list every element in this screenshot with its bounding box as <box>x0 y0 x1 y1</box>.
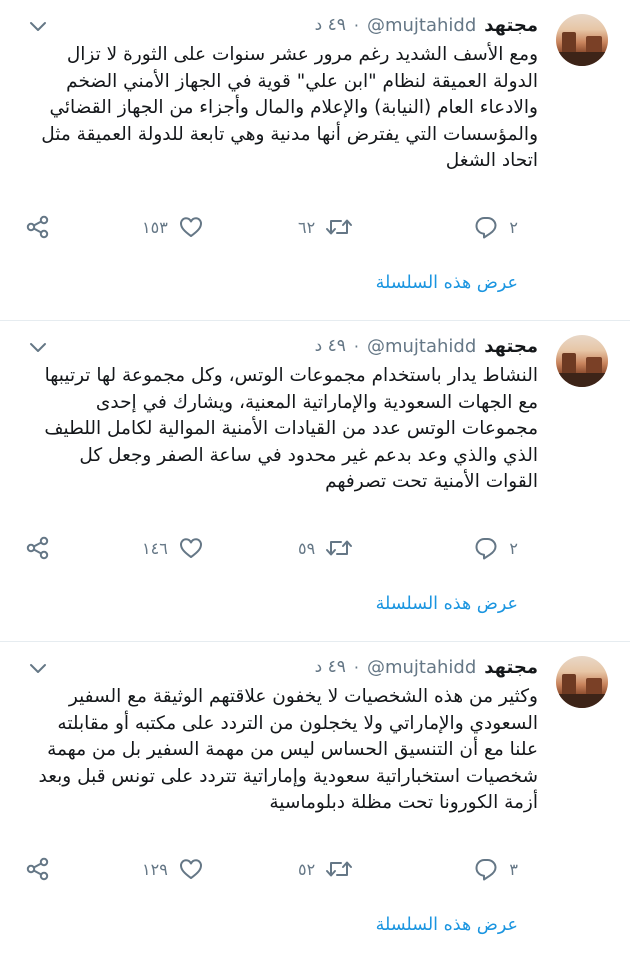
author-handle[interactable]: @mujtahidd <box>367 657 476 678</box>
retweet-count: ٥٩ <box>298 538 316 558</box>
share-button[interactable] <box>25 535 51 561</box>
tweet[interactable]: مجتهد @mujtahidd · ٤٩ د وكثير من هذه الش… <box>0 642 630 954</box>
reply-button[interactable]: ٢ <box>473 535 518 561</box>
reply-icon <box>475 538 497 560</box>
chevron-down-icon[interactable] <box>28 658 48 678</box>
tweet-actions: ٣ ٥٢ ١٢٩ <box>0 854 630 888</box>
retweet-button[interactable]: ٥٢ <box>298 856 353 882</box>
tweet-actions: ٢ ٦٢ ١٥٣ <box>0 212 630 246</box>
retweet-icon <box>326 861 353 877</box>
show-thread-link[interactable]: عرض هذه السلسلة <box>376 594 518 614</box>
tweet-text: وكثير من هذه الشخصيات لا يخفون علاقتهم ا… <box>38 686 539 813</box>
reply-button[interactable]: ٣ <box>473 856 518 882</box>
reply-icon <box>475 859 497 881</box>
like-button[interactable]: ١٢٩ <box>142 856 204 882</box>
retweet-icon <box>326 540 353 556</box>
avatar[interactable] <box>556 656 608 708</box>
meta-separator: · <box>353 336 359 356</box>
show-thread-link[interactable]: عرض هذه السلسلة <box>376 915 518 935</box>
avatar-ground <box>556 373 608 387</box>
reply-icon <box>475 217 497 239</box>
tweet-text: النشاط يدار باستخدام مجموعات الوتس، وكل … <box>44 365 538 492</box>
like-count: ١٢٩ <box>142 859 168 879</box>
avatar-ground <box>556 52 608 66</box>
chevron-down-icon[interactable] <box>28 16 48 36</box>
chevron-down-icon[interactable] <box>28 337 48 357</box>
like-button[interactable]: ١٤٦ <box>142 535 204 561</box>
author-handle[interactable]: @mujtahidd <box>367 15 476 36</box>
tweet-header: مجتهد @mujtahidd · ٤٩ د <box>315 652 538 682</box>
share-icon <box>26 857 49 881</box>
tweet-header: مجتهد @mujtahidd · ٤٩ د <box>315 331 538 361</box>
reply-count: ٢ <box>509 217 518 237</box>
avatar-mesa <box>562 674 576 696</box>
tweet[interactable]: مجتهد @mujtahidd · ٤٩ د ومع الأسف الشديد… <box>0 0 630 321</box>
heart-icon <box>179 538 202 558</box>
tweet-time[interactable]: ٤٩ د <box>315 336 346 356</box>
retweet-button[interactable]: ٥٩ <box>298 535 353 561</box>
share-button[interactable] <box>25 214 51 240</box>
tweet-time[interactable]: ٤٩ د <box>315 15 346 35</box>
retweet-button[interactable]: ٦٢ <box>298 214 353 240</box>
tweet-text: ومع الأسف الشديد رغم مرور عشر سنوات على … <box>41 44 538 171</box>
tweet[interactable]: مجتهد @mujtahidd · ٤٩ د النشاط يدار باست… <box>0 321 630 642</box>
reply-count: ٣ <box>509 859 518 879</box>
like-count: ١٥٣ <box>142 217 168 237</box>
reply-count: ٢ <box>509 538 518 558</box>
avatar-mesa <box>562 32 576 54</box>
retweet-icon <box>326 219 353 235</box>
share-icon <box>26 536 49 560</box>
tweet-time[interactable]: ٤٩ د <box>315 657 346 677</box>
author-name[interactable]: مجتهد <box>484 657 538 678</box>
show-thread-link[interactable]: عرض هذه السلسلة <box>376 273 518 293</box>
tweet-actions: ٢ ٥٩ ١٤٦ <box>0 533 630 567</box>
heart-icon <box>179 859 202 879</box>
reply-button[interactable]: ٢ <box>473 214 518 240</box>
avatar-ground <box>556 694 608 708</box>
author-name[interactable]: مجتهد <box>484 15 538 36</box>
retweet-count: ٦٢ <box>298 217 316 237</box>
meta-separator: · <box>353 657 359 677</box>
tweet-header: مجتهد @mujtahidd · ٤٩ د <box>315 10 538 40</box>
like-count: ١٤٦ <box>142 538 168 558</box>
avatar[interactable] <box>556 335 608 387</box>
author-name[interactable]: مجتهد <box>484 336 538 357</box>
meta-separator: · <box>353 15 359 35</box>
share-icon <box>26 215 49 239</box>
author-handle[interactable]: @mujtahidd <box>367 336 476 357</box>
retweet-count: ٥٢ <box>298 859 316 879</box>
avatar[interactable] <box>556 14 608 66</box>
heart-icon <box>179 217 202 237</box>
avatar-mesa <box>562 353 576 375</box>
share-button[interactable] <box>25 856 51 882</box>
like-button[interactable]: ١٥٣ <box>142 214 204 240</box>
